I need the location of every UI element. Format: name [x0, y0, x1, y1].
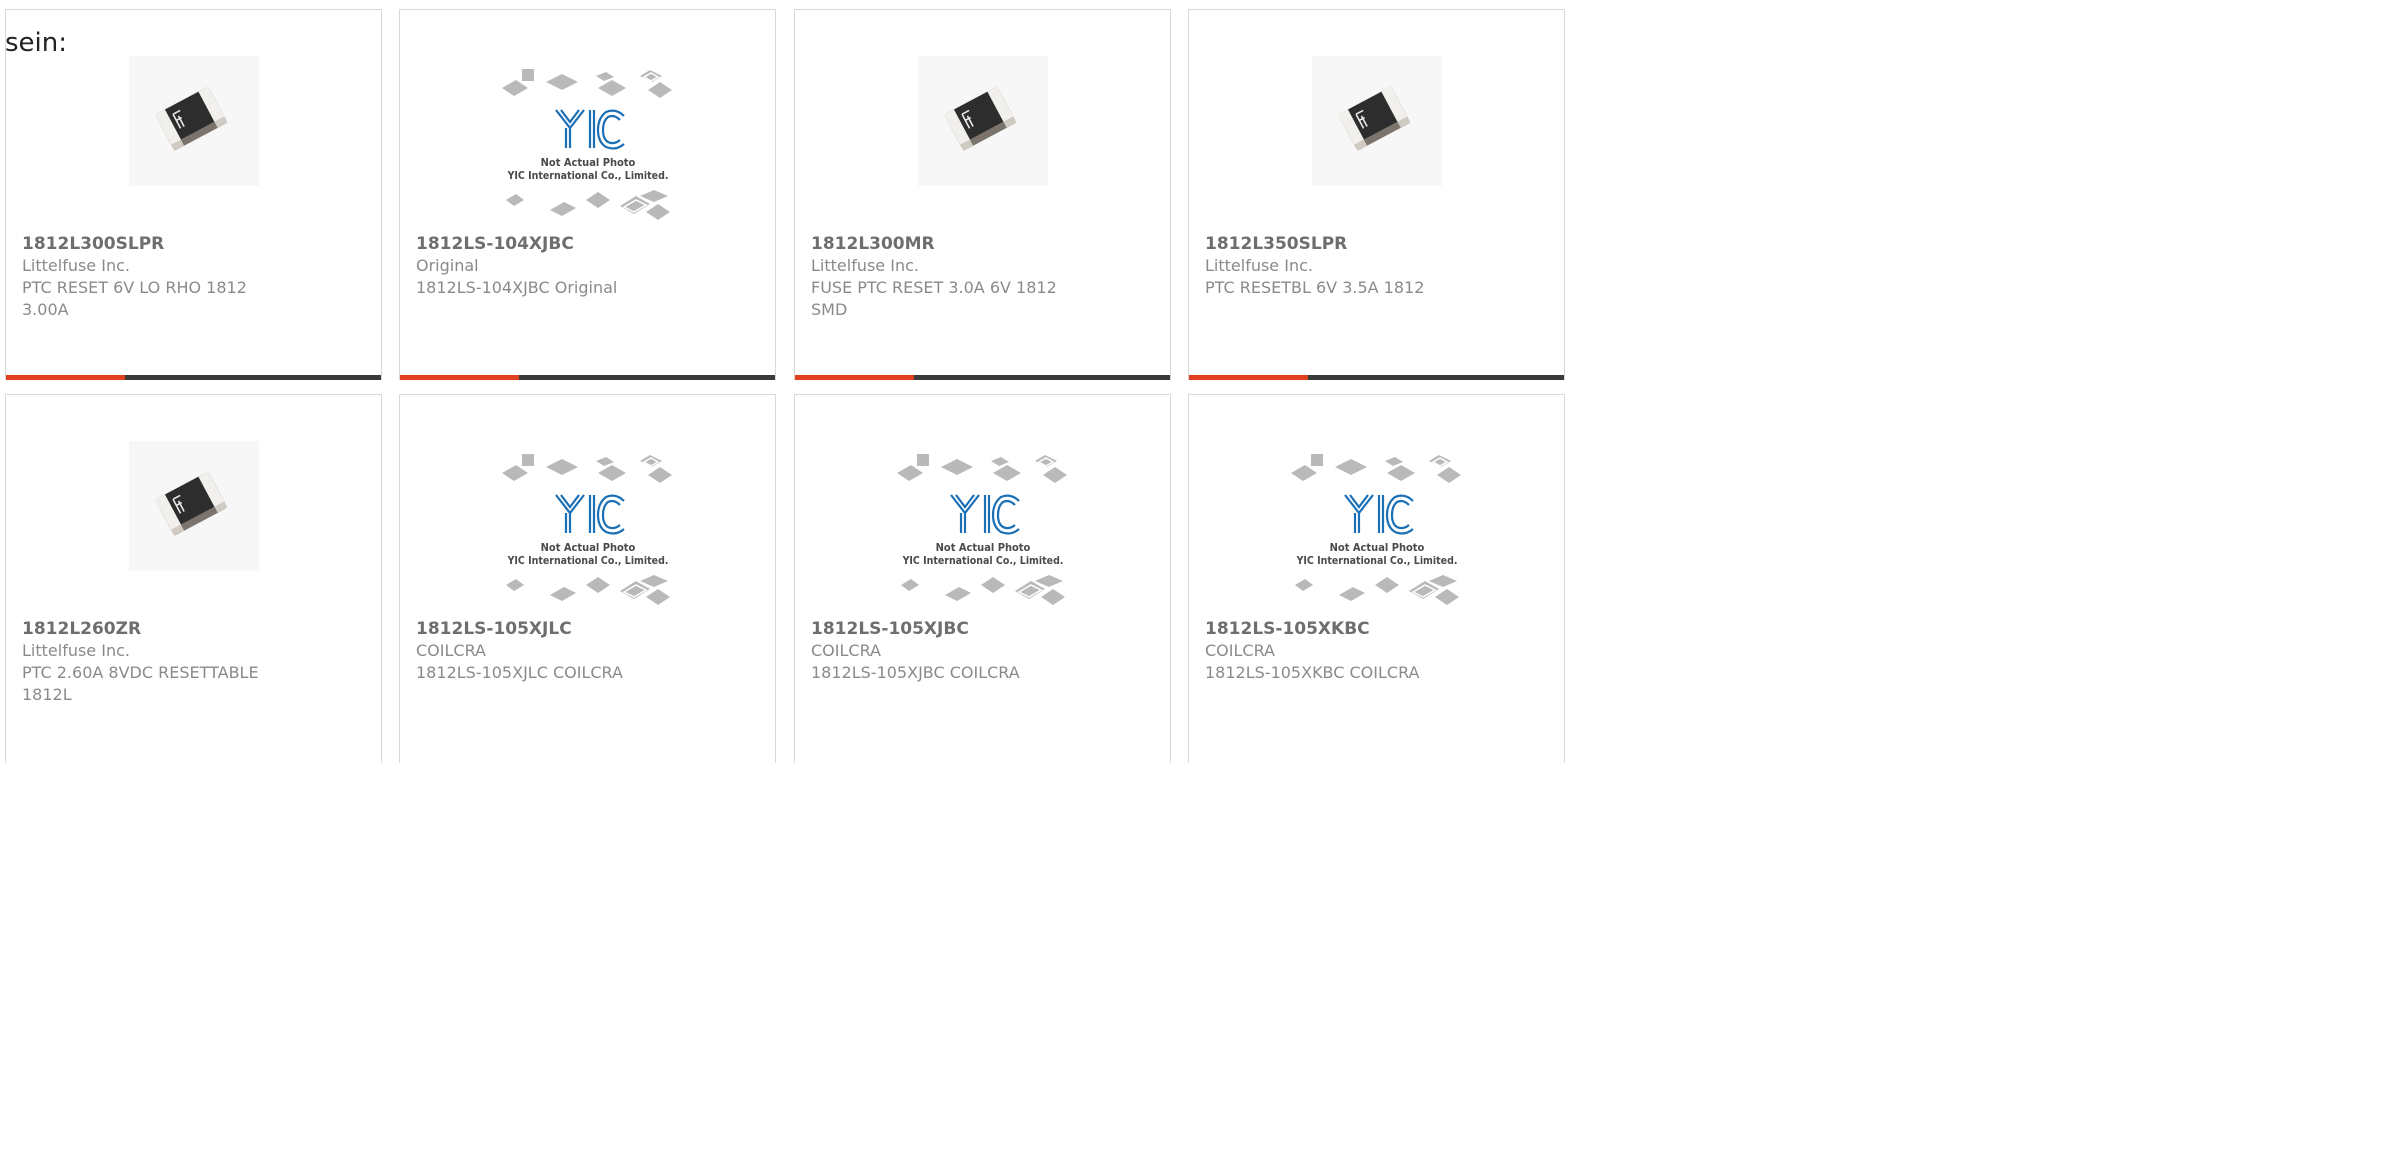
- manufacturer: Original: [416, 256, 479, 275]
- product-image[interactable]: Not Actual Photo YIC International Co., …: [400, 50, 775, 230]
- description-line: 1812LS-105XJLC COILCRA: [416, 663, 623, 682]
- product-image[interactable]: Not Actual Photo YIC International Co., …: [795, 435, 1170, 615]
- product-image[interactable]: [6, 50, 381, 230]
- manufacturer: COILCRA: [416, 641, 486, 660]
- part-number-link[interactable]: 1812L350SLPR: [1205, 233, 1457, 255]
- card-accent-segment: [6, 375, 125, 380]
- part-number-link[interactable]: 1812LS-104XJBC: [416, 233, 668, 255]
- product-info: 1812LS-105XJLC COILCRA 1812LS-105XJLC COIL…: [416, 618, 668, 684]
- part-number-link[interactable]: 1812LS-105XJLC: [416, 618, 668, 640]
- product-info: 1812L260ZR Littelfuse Inc. PTC 2.60A 8VDC …: [22, 618, 274, 706]
- not-actual-photo-image: Not Actual Photo YIC International Co., …: [502, 454, 672, 605]
- product-card[interactable]: Not Actual Photo YIC International Co., …: [399, 394, 776, 763]
- product-info: 1812L300MR Littelfuse Inc. FUSE PTC RESET …: [811, 233, 1063, 321]
- product-card[interactable]: Not Actual Photo YIC International Co., …: [399, 9, 776, 380]
- not-actual-photo-label: Not Actual Photo: [1330, 541, 1425, 554]
- chip-photo-icon: [129, 441, 259, 571]
- product-grid-page: sein: 1812L300SLPR Littelfuse Inc. PTC RES…: [0, 0, 1568, 763]
- card-bottom-bar: [795, 375, 1170, 380]
- description-line: PTC RESETBL 6V 3.5A 1812: [1205, 278, 1425, 297]
- product-info: 1812LS-105XJBC COILCRA 1812LS-105XJBC COIL…: [811, 618, 1063, 684]
- manufacturer: COILCRA: [1205, 641, 1275, 660]
- description-line: 1812LS-105XJBC COILCRA: [811, 663, 1020, 682]
- card-bottom-bar: [6, 375, 381, 380]
- product-info: 1812L350SLPR Littelfuse Inc. PTC RESETBL 6…: [1205, 233, 1457, 299]
- product-card[interactable]: 1812L300MR Littelfuse Inc. FUSE PTC RESET …: [794, 9, 1171, 380]
- description-line: SMD: [811, 300, 848, 319]
- description-line: FUSE PTC RESET 3.0A 6V 1812: [811, 278, 1057, 297]
- description-line: 3.00A: [22, 300, 69, 319]
- manufacturer: Littelfuse Inc.: [22, 256, 130, 275]
- manufacturer: COILCRA: [811, 641, 881, 660]
- product-card[interactable]: Not Actual Photo YIC International Co., …: [1188, 394, 1565, 763]
- description-line: PTC 2.60A 8VDC RESETTABLE: [22, 663, 259, 682]
- yic-company-label: YIC International Co., Limited.: [902, 555, 1064, 567]
- product-info: 1812L300SLPR Littelfuse Inc. PTC RESET 6V …: [22, 233, 274, 321]
- yic-company-label: YIC International Co., Limited.: [507, 170, 669, 182]
- not-actual-photo-label: Not Actual Photo: [541, 541, 636, 554]
- chip-photo-icon: [1312, 56, 1442, 186]
- card-accent-segment: [400, 375, 519, 380]
- card-accent-segment: [795, 375, 914, 380]
- product-card[interactable]: 1812L260ZR Littelfuse Inc. PTC 2.60A 8VDC …: [5, 394, 382, 763]
- yic-company-label: YIC International Co., Limited.: [507, 555, 669, 567]
- card-bottom-bar: [1189, 375, 1564, 380]
- manufacturer: Littelfuse Inc.: [811, 256, 919, 275]
- card-accent-segment: [1189, 375, 1308, 380]
- part-number-link[interactable]: 1812LS-105XKBC: [1205, 618, 1457, 640]
- description-line: PTC RESET 6V LO RHO 1812: [22, 278, 247, 297]
- product-info: 1812LS-104XJBC Original 1812LS-104XJBC Ori…: [416, 233, 668, 299]
- product-image[interactable]: [1189, 50, 1564, 230]
- part-number-link[interactable]: 1812LS-105XJBC: [811, 618, 1063, 640]
- part-number-link[interactable]: 1812L300SLPR: [22, 233, 274, 255]
- part-number-link[interactable]: 1812L260ZR: [22, 618, 274, 640]
- product-card[interactable]: 1812L300SLPR Littelfuse Inc. PTC RESET 6V …: [5, 9, 382, 380]
- not-actual-photo-label: Not Actual Photo: [936, 541, 1031, 554]
- description-line: 1812LS-105XKBC COILCRA: [1205, 663, 1420, 682]
- product-info: 1812LS-105XKBC COILCRA 1812LS-105XKBC COIL…: [1205, 618, 1457, 684]
- product-card[interactable]: Not Actual Photo YIC International Co., …: [794, 394, 1171, 763]
- not-actual-photo-image: Not Actual Photo YIC International Co., …: [1291, 454, 1461, 605]
- product-image[interactable]: Not Actual Photo YIC International Co., …: [400, 435, 775, 615]
- chip-photo-icon: [918, 56, 1048, 186]
- not-actual-photo-label: Not Actual Photo: [541, 156, 636, 169]
- chip-photo-icon: [129, 56, 259, 186]
- not-actual-photo-image: Not Actual Photo YIC International Co., …: [897, 454, 1067, 605]
- yic-company-label: YIC International Co., Limited.: [1296, 555, 1458, 567]
- part-number-link[interactable]: 1812L300MR: [811, 233, 1063, 255]
- product-image[interactable]: [795, 50, 1170, 230]
- not-actual-photo-image: Not Actual Photo YIC International Co., …: [502, 69, 672, 220]
- description-line: 1812LS-104XJBC Original: [416, 278, 618, 297]
- lead-text: sein:: [5, 28, 68, 58]
- manufacturer: Littelfuse Inc.: [22, 641, 130, 660]
- product-card[interactable]: 1812L350SLPR Littelfuse Inc. PTC RESETBL 6…: [1188, 9, 1565, 380]
- description-line: 1812L: [22, 685, 72, 704]
- product-image[interactable]: Not Actual Photo YIC International Co., …: [1189, 435, 1564, 615]
- manufacturer: Littelfuse Inc.: [1205, 256, 1313, 275]
- product-image[interactable]: [6, 435, 381, 615]
- card-bottom-bar: [400, 375, 775, 380]
